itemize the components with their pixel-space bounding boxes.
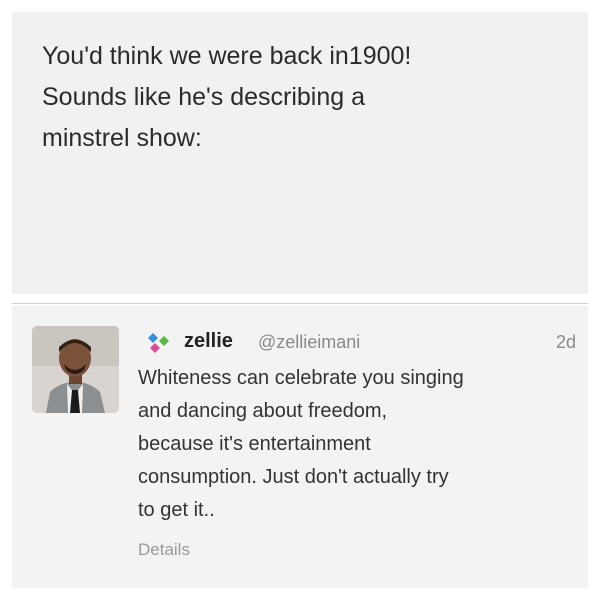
note-text: You'd think we were back in1900! Sounds … [42,42,412,152]
tweet-card[interactable]: zellie @zellieimani 2d Whiteness can cel… [12,306,588,588]
avatar-image [32,326,119,413]
display-name[interactable]: zellie [184,330,233,353]
diamond-logo-icon [148,333,169,353]
details-link[interactable]: Details [138,540,190,560]
avatar[interactable] [32,326,119,413]
divider [12,303,588,304]
tweet-header: zellie @zellieimani 2d [148,330,576,354]
note-card: You'd think we were back in1900! Sounds … [12,12,588,294]
screenshot-frame: You'd think we were back in1900! Sounds … [0,0,600,600]
user-handle[interactable]: @zellieimani [258,332,360,353]
tweet-text: Whiteness can celebrate you singing and … [138,367,464,521]
tweet-timestamp[interactable]: 2d [556,332,576,353]
